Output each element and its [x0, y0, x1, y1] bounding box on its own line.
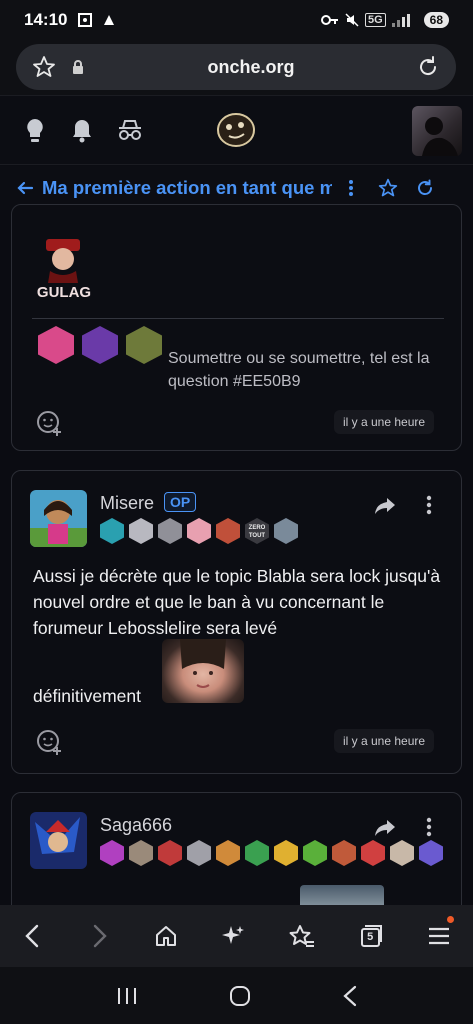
badge-icon	[274, 518, 298, 544]
post-avatar[interactable]	[30, 812, 87, 869]
post-card: Misere OP ZERO TOUT Aussi je décrète que…	[11, 470, 462, 774]
forward-icon[interactable]	[88, 923, 110, 949]
badge-icon	[332, 840, 356, 866]
reload-icon[interactable]	[416, 55, 440, 79]
lightbulb-icon[interactable]	[24, 118, 46, 144]
menu-button[interactable]	[427, 916, 454, 948]
status-notification-icons	[77, 12, 117, 28]
badge-icon	[187, 518, 211, 544]
incognito-icon[interactable]	[117, 118, 143, 142]
post-avatar[interactable]	[30, 490, 87, 547]
notification-dot	[446, 916, 454, 923]
badge-icon	[303, 840, 327, 866]
add-reaction-icon[interactable]	[36, 410, 62, 436]
battery-level: 68	[423, 12, 449, 28]
sticker-image	[162, 637, 244, 703]
refresh-icon[interactable]	[416, 179, 434, 197]
sparkle-icon[interactable]	[221, 924, 245, 948]
browser-bottom-nav: 5	[0, 905, 473, 967]
add-reaction-icon[interactable]	[36, 729, 62, 755]
post-username[interactable]: Misere	[100, 493, 154, 514]
post-body: Aussi je décrète que le topic Blabla ser…	[33, 566, 441, 638]
share-icon[interactable]	[374, 497, 396, 515]
topic-title[interactable]: Ma première action en tant que m	[42, 177, 332, 199]
onche-logo[interactable]	[216, 112, 256, 148]
badge-icon	[419, 840, 443, 866]
badge-icon	[274, 840, 298, 866]
badge-icon	[158, 840, 182, 866]
system-back-icon[interactable]	[342, 985, 358, 1007]
favorite-star-icon[interactable]	[378, 178, 398, 198]
bookmark-star-icon[interactable]	[32, 55, 56, 79]
signature-text: Soumettre ou se soumettre, tel est la qu…	[168, 350, 430, 390]
more-vertical-icon[interactable]	[426, 495, 432, 515]
bookmarks-star-icon[interactable]	[289, 924, 315, 948]
vpn-key-icon	[320, 15, 338, 25]
user-badges: ZERO TOUT	[100, 518, 298, 544]
screenshot-icon	[78, 13, 93, 27]
address-bar[interactable]: onche.org	[16, 44, 456, 90]
posts-list: GULAG Soumettre ou se soumettre, tel est…	[0, 200, 473, 905]
badge-icon	[126, 326, 162, 364]
post-image-partial	[300, 885, 384, 905]
badge-icon	[100, 840, 124, 866]
signature-badges	[38, 326, 162, 364]
tabs-count: 5	[367, 931, 374, 943]
post-card: Saga666	[11, 792, 462, 905]
gulag-text: GULAG	[37, 284, 91, 301]
more-vertical-icon[interactable]	[348, 179, 354, 197]
user-badges	[100, 840, 443, 866]
hamburger-menu-icon	[428, 927, 449, 945]
sticker-face	[180, 637, 226, 688]
system-nav-bar	[0, 967, 473, 1024]
home-button-icon[interactable]	[229, 985, 251, 1007]
badge-icon	[361, 840, 385, 866]
badge-icon	[216, 840, 240, 866]
status-time: 14:10	[24, 10, 68, 29]
back-icon[interactable]	[22, 923, 44, 949]
op-badge: OP	[164, 492, 197, 512]
gulag-signature-image: GULAG	[32, 239, 96, 301]
app-notification-icon	[104, 15, 115, 25]
badge-zero-tout: ZERO TOUT	[245, 518, 269, 544]
share-icon[interactable]	[374, 819, 396, 837]
browser-toolbar: onche.org	[0, 40, 473, 95]
bell-icon[interactable]	[71, 118, 93, 144]
more-vertical-icon[interactable]	[426, 817, 432, 837]
tabs-button[interactable]: 5	[359, 924, 383, 948]
lock-icon	[73, 60, 83, 74]
badge-icon	[129, 518, 153, 544]
avatar-image	[30, 490, 87, 547]
avatar-image	[422, 117, 458, 156]
badge-icon	[245, 840, 269, 866]
post-body-last: définitivement	[33, 686, 141, 706]
badge-icon	[82, 326, 118, 364]
badge-icon	[38, 326, 74, 364]
badge-icon	[390, 840, 414, 866]
site-header	[0, 95, 473, 165]
signal-icon	[391, 14, 410, 27]
signature-divider	[32, 318, 444, 319]
badge-icon	[100, 518, 124, 544]
avatar-image	[30, 812, 87, 869]
mute-icon	[345, 13, 359, 27]
home-icon[interactable]	[154, 924, 178, 948]
network-type: 5G	[364, 13, 386, 27]
badge-icon	[216, 518, 240, 544]
recent-apps-icon[interactable]	[116, 986, 138, 1006]
post-time: il y a une heure	[334, 410, 435, 434]
post-username[interactable]: Saga666	[100, 815, 172, 836]
user-avatar[interactable]	[412, 106, 462, 156]
back-arrow-icon[interactable]	[16, 179, 34, 197]
url-text[interactable]: onche.org	[86, 57, 416, 78]
badge-icon	[158, 518, 182, 544]
post-time: il y a une heure	[334, 729, 435, 753]
badge-icon	[129, 840, 153, 866]
post-card: GULAG Soumettre ou se soumettre, tel est…	[11, 204, 462, 451]
badge-icon	[187, 840, 211, 866]
status-bar: 14:10 5G 68	[0, 0, 473, 40]
status-right: 5G 68	[320, 12, 449, 28]
